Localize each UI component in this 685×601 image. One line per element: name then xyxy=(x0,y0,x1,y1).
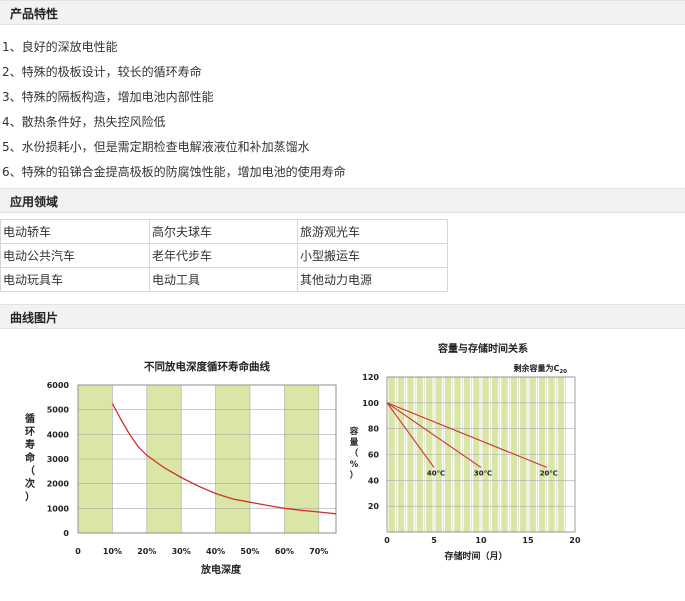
feature-item: 1、良好的深放电性能 xyxy=(2,40,118,54)
x-tick-label: 30% xyxy=(172,547,191,556)
table-cell: 电动公共汽车 xyxy=(0,243,150,268)
table-cell: 其他动力电源 xyxy=(297,267,448,292)
series-label: 40℃ xyxy=(427,469,445,477)
table-cell: 小型搬运车 xyxy=(297,243,448,268)
chart-title: 不同放电深度循环寿命曲线 xyxy=(144,360,270,373)
y-tick-label: 6000 xyxy=(47,381,70,390)
y-tick-label: 1000 xyxy=(47,504,70,513)
table-row: 电动轿车 高尔夫球车 旅游观光车 xyxy=(0,219,448,244)
y-tick-label: 40 xyxy=(368,476,380,485)
table-cell: 电动玩具车 xyxy=(0,267,150,292)
features-header: 产品特性 xyxy=(0,0,685,25)
y-tick-label: 60 xyxy=(368,451,380,460)
curves-figure: 不同放电深度循环寿命曲线01000200030004000500060000 10… xyxy=(24,342,581,576)
y-tick-label: 0 xyxy=(63,529,69,538)
curves-area: 不同放电深度循环寿命曲线 0 1000 2000 3000 4000 5000 6000 0 10… xyxy=(0,330,685,597)
x-tick-label: 0 xyxy=(384,536,390,545)
feature-item: 6、特殊的铅锑合金提高极板的防腐蚀性能，增加电池的使用寿命 xyxy=(2,165,346,179)
x-tick-label: 5 xyxy=(431,536,437,545)
series-label: 30℃ xyxy=(474,469,492,477)
y-tick-label: 3000 xyxy=(47,455,70,464)
x-axis-label: 存储时间（月） xyxy=(444,550,507,562)
feature-item: 4、散热条件好，热失控风险低 xyxy=(2,115,166,129)
x-axis-label: 放电深度 xyxy=(200,563,242,576)
y-tick-label: 100 xyxy=(362,399,379,408)
y-tick-label: 2000 xyxy=(47,480,70,489)
x-tick-label: 50% xyxy=(240,547,259,556)
feature-item: 2、特殊的极板设计，较长的循环寿命 xyxy=(2,65,202,79)
y-axis-label: 循环寿命（次） xyxy=(24,412,36,503)
x-tick-label: 10% xyxy=(103,547,122,556)
x-tick-label: 40% xyxy=(206,547,225,556)
applications-table: 电动轿车 高尔夫球车 旅游观光车 电动公共汽车 老年代步车 小型搬运车 电动玩具… xyxy=(0,219,448,292)
curves-header: 曲线图片 xyxy=(0,304,685,329)
chart-title: 容量与存储时间关系 xyxy=(437,342,528,355)
x-tick-label: 20 xyxy=(569,536,581,545)
x-tick-label: 10 xyxy=(475,536,487,545)
features-list: 1、良好的深放电性能 2、特殊的极板设计，较长的循环寿命 3、特殊的隔板构造，增… xyxy=(0,30,685,184)
y-tick-label: 120 xyxy=(362,373,379,382)
applications-title: 应用领域 xyxy=(10,195,59,209)
y-tick-label: 5000 xyxy=(47,406,70,415)
features-title: 产品特性 xyxy=(10,7,59,21)
table-cell: 电动工具 xyxy=(149,267,298,292)
x-tick-label: 70% xyxy=(309,547,328,556)
x-tick-label: 0 xyxy=(75,547,81,556)
curves-title: 曲线图片 xyxy=(10,311,59,325)
feature-item: 3、特殊的隔板构造，增加电池内部性能 xyxy=(2,90,214,104)
table-cell: 老年代步车 xyxy=(149,243,298,268)
y-tick-label: 4000 xyxy=(47,430,70,439)
feature-item: 5、水份损耗小，但是需定期检查电解液液位和补加蒸馏水 xyxy=(2,140,310,154)
table-row: 电动公共汽车 老年代步车 小型搬运车 xyxy=(0,243,448,268)
x-tick-label: 20% xyxy=(137,547,156,556)
series-label: 20℃ xyxy=(540,469,558,477)
applications-header: 应用领域 xyxy=(0,188,685,213)
table-cell: 高尔夫球车 xyxy=(149,219,298,244)
y-tick-label: 20 xyxy=(368,502,380,511)
table-row: 电动玩具车 电动工具 其他动力电源 xyxy=(0,267,448,292)
y-axis-label: 容量（%） xyxy=(349,426,359,481)
table-cell: 旅游观光车 xyxy=(297,219,448,244)
x-tick-label: 60% xyxy=(275,547,294,556)
table-cell: 电动轿车 xyxy=(0,219,150,244)
chart-subtitle: 剩余容量为C20 xyxy=(513,363,567,375)
x-tick-label: 15 xyxy=(522,536,534,545)
y-tick-label: 80 xyxy=(368,425,380,434)
